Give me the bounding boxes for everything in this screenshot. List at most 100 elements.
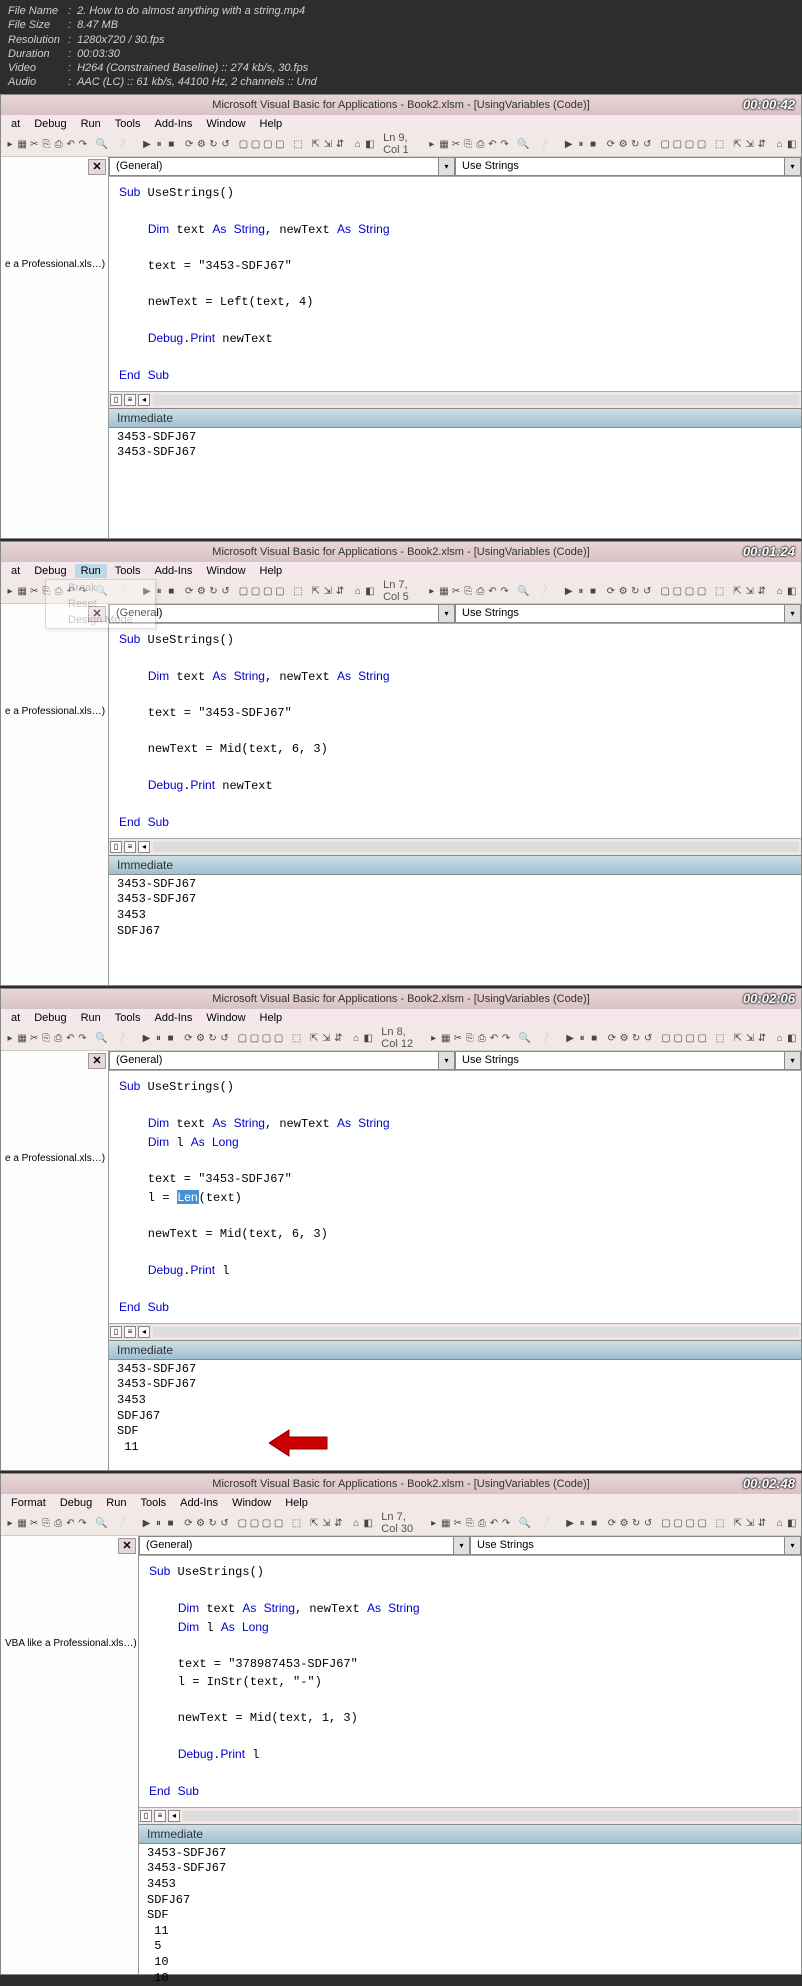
toolbar-icon[interactable]: ▢ — [697, 136, 707, 152]
editor-bottom-scroll[interactable]: ▯≡◂ — [139, 1808, 801, 1824]
toolbar-icon[interactable]: ▢ — [237, 1030, 247, 1046]
toolbar-icon[interactable]: ↶ — [65, 1515, 75, 1531]
toolbar-icon[interactable]: ▢ — [251, 583, 261, 599]
menu-run[interactable]: Run — [75, 564, 107, 578]
toolbar-icon[interactable]: 🔍 — [519, 1030, 531, 1046]
toolbar-icon[interactable]: 🔍 — [517, 136, 529, 152]
toolbar-icon[interactable]: ⏸ — [577, 1030, 587, 1046]
project-explorer[interactable]: ✕e a Professional.xls…) — [1, 604, 109, 985]
toolbar-icon[interactable]: ■ — [589, 1515, 599, 1531]
toolbar-icon[interactable]: ↺ — [221, 583, 231, 599]
toolbar-icon[interactable]: ↶ — [487, 583, 497, 599]
toolbar-icon[interactable]: ↶ — [489, 1030, 499, 1046]
menu-run[interactable]: Run — [75, 1011, 107, 1025]
immediate-window[interactable]: 3453-SDFJ67 3453-SDFJ67 3453 SDFJ67 SDF … — [139, 1844, 801, 1974]
procedure-view-icon[interactable]: ▯ — [110, 394, 122, 406]
toolbar-icon[interactable]: ⟳ — [607, 1030, 617, 1046]
menu-debug[interactable]: Debug — [28, 1011, 72, 1025]
menu-debug[interactable]: Debug — [28, 564, 72, 578]
procedure-view-icon[interactable]: ▯ — [110, 1326, 122, 1338]
toolbar-icon[interactable]: ▶ — [142, 136, 152, 152]
chevron-down-icon[interactable]: ▾ — [453, 1537, 469, 1554]
toolbar-icon[interactable]: ⌂ — [353, 136, 363, 152]
toolbar-icon[interactable]: ↻ — [631, 1515, 641, 1531]
toolbar-icon[interactable]: ❔ — [539, 1515, 551, 1531]
toolbar-icon[interactable]: ⇲ — [745, 1515, 755, 1531]
toolbar-icon[interactable]: ▢ — [685, 1515, 695, 1531]
project-tree-item[interactable]: e a Professional.xls…) — [5, 259, 104, 270]
toolbar-icon[interactable]: ▢ — [672, 136, 682, 152]
toolbar-icon[interactable]: ✂ — [29, 1030, 39, 1046]
toolbar-icon[interactable]: ■ — [166, 1030, 176, 1046]
toolbar-icon[interactable]: ↻ — [630, 583, 640, 599]
toolbar-icon[interactable]: ⇵ — [757, 583, 767, 599]
menu-at[interactable]: at — [5, 117, 26, 131]
project-explorer[interactable]: ✕VBA like a Professional.xls…) — [1, 1536, 139, 1974]
menu-window[interactable]: Window — [200, 564, 251, 578]
toolbar-icon[interactable]: ◧ — [787, 136, 797, 152]
toolbar-icon[interactable]: ⟳ — [183, 1515, 193, 1531]
toolbar-icon[interactable]: ⟳ — [606, 583, 616, 599]
toolbar-icon[interactable]: ⇲ — [323, 583, 333, 599]
toolbar-icon[interactable]: ◧ — [787, 583, 797, 599]
menu-format[interactable]: Format — [5, 1496, 52, 1510]
toolbar-icon[interactable]: ↻ — [630, 136, 640, 152]
toolbar-icon[interactable]: ▢ — [251, 136, 261, 152]
toolbar-icon[interactable]: ⏸ — [576, 583, 586, 599]
toolbar-icon[interactable]: ⌂ — [351, 1515, 361, 1531]
toolbar-icon[interactable]: ▦ — [17, 136, 27, 152]
toolbar-icon[interactable]: ⬚ — [714, 583, 724, 599]
toolbar-icon[interactable]: ↻ — [207, 1030, 217, 1046]
toolbar-icon[interactable]: ▦ — [17, 583, 27, 599]
toolbar-icon[interactable]: ↺ — [221, 136, 231, 152]
toolbar-icon[interactable]: ↷ — [501, 1515, 511, 1531]
project-explorer[interactable]: ✕e a Professional.xls…) — [1, 157, 109, 538]
toolbar-icon[interactable]: ▸ — [5, 1030, 15, 1046]
toolbar-icon[interactable]: ↺ — [220, 1515, 230, 1531]
toolbar-icon[interactable]: ■ — [589, 1030, 599, 1046]
toolbar-icon[interactable]: ⇱ — [733, 1030, 743, 1046]
toolbar-icon[interactable]: ⬚ — [291, 1030, 301, 1046]
toolbar-icon[interactable]: ⬚ — [715, 1030, 725, 1046]
object-combobox[interactable]: (General)▾ — [109, 604, 455, 623]
toolbar-icon[interactable]: ↷ — [77, 1515, 87, 1531]
toolbar-icon[interactable]: ↶ — [487, 136, 497, 152]
toolbar-icon[interactable]: ▸ — [429, 1030, 439, 1046]
scroll-left-icon[interactable]: ◂ — [138, 841, 150, 853]
toolbar-icon[interactable]: ⚙ — [196, 583, 206, 599]
full-module-view-icon[interactable]: ≡ — [124, 841, 136, 853]
project-tree-item[interactable]: e a Professional.xls…) — [5, 1153, 104, 1164]
toolbar-icon[interactable]: ▢ — [238, 136, 248, 152]
close-icon[interactable]: ✕ — [118, 1538, 136, 1554]
toolbar-icon[interactable]: ▢ — [661, 1515, 671, 1531]
toolbar-icon[interactable]: ⇱ — [732, 136, 742, 152]
toolbar-icon[interactable]: ⎘ — [41, 1030, 51, 1046]
toolbar-icon[interactable]: ⎘ — [465, 1515, 475, 1531]
scroll-left-icon[interactable]: ◂ — [138, 1326, 150, 1338]
toolbar-icon[interactable]: ▢ — [697, 583, 707, 599]
toolbar-icon[interactable]: ▢ — [673, 1515, 683, 1531]
toolbar-icon[interactable]: ⇲ — [745, 136, 755, 152]
menu-window[interactable]: Window — [226, 1496, 277, 1510]
toolbar-icon[interactable]: ▢ — [684, 583, 694, 599]
toolbar-icon[interactable]: ⎘ — [41, 136, 51, 152]
menu-window[interactable]: Window — [200, 1011, 251, 1025]
run-menu-item[interactable]: Break — [46, 580, 155, 596]
toolbar-icon[interactable]: ⬚ — [293, 583, 303, 599]
toolbar-icon[interactable]: ↶ — [66, 136, 76, 152]
toolbar-icon[interactable]: ⇲ — [745, 583, 755, 599]
toolbar-icon[interactable]: ⚙ — [619, 1515, 629, 1531]
toolbar-icon[interactable]: ❔ — [115, 1030, 127, 1046]
toolbar-icon[interactable]: ↷ — [501, 1030, 511, 1046]
chevron-down-icon[interactable]: ▾ — [784, 1537, 800, 1554]
menu-at[interactable]: at — [5, 1011, 26, 1025]
toolbar-icon[interactable]: ▸ — [427, 136, 437, 152]
toolbar-icon[interactable]: ❔ — [539, 1030, 551, 1046]
toolbar-icon[interactable]: ⇱ — [309, 1515, 319, 1531]
toolbar-icon[interactable]: ⬚ — [291, 1515, 301, 1531]
toolbar-icon[interactable]: ▢ — [684, 136, 694, 152]
toolbar-icon[interactable]: ◧ — [363, 1515, 373, 1531]
toolbar-icon[interactable]: ⎙ — [475, 136, 485, 152]
object-combobox[interactable]: (General)▾ — [109, 1051, 455, 1070]
toolbar-icon[interactable]: ◧ — [365, 583, 375, 599]
